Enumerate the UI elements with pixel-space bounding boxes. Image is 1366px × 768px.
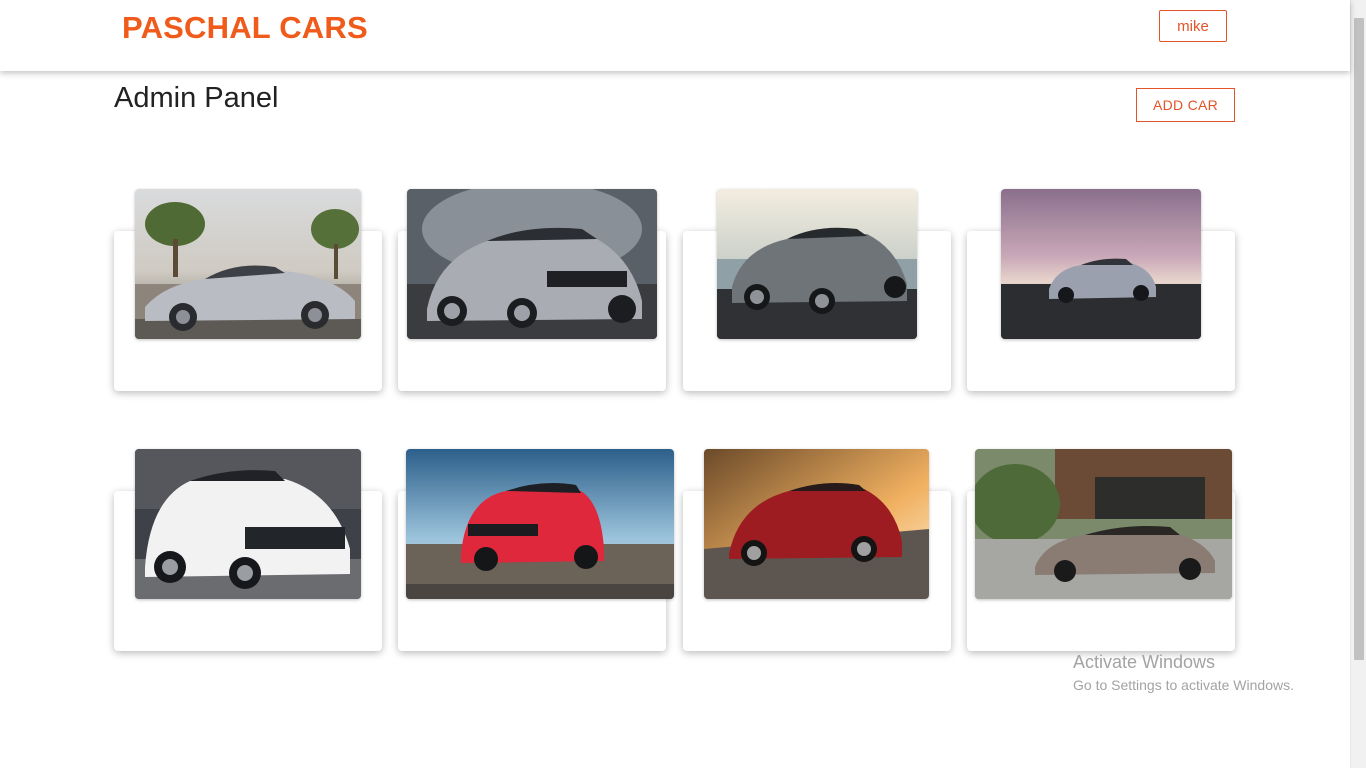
car-photo-sunset-lake — [717, 189, 917, 339]
car-image[interactable] — [717, 189, 917, 339]
windows-activation-watermark: Activate Windows Go to Settings to activ… — [1073, 652, 1294, 693]
car-photo-garage — [135, 449, 361, 599]
car-image[interactable] — [407, 189, 657, 339]
car-photo-pink-sky — [1001, 189, 1201, 339]
brand-logo[interactable]: PASCHAL CARS — [122, 10, 368, 46]
add-car-button[interactable]: ADD CAR — [1136, 88, 1235, 122]
page-title: Admin Panel — [114, 82, 279, 114]
car-image[interactable] — [975, 449, 1232, 599]
scrollbar-thumb[interactable] — [1354, 18, 1364, 660]
watermark-subtitle: Go to Settings to activate Windows. — [1073, 677, 1294, 693]
car-image[interactable] — [1001, 189, 1201, 339]
car-photo-modern-house — [975, 449, 1232, 599]
car-photo-blue-sky — [406, 449, 674, 599]
car-image[interactable] — [135, 189, 361, 339]
car-photo-desert — [135, 189, 361, 339]
top-navbar: PASCHAL CARS mike — [0, 0, 1350, 71]
car-image[interactable] — [406, 449, 674, 599]
watermark-title: Activate Windows — [1073, 652, 1216, 672]
page: PASCHAL CARS mike Admin Panel ADD CAR Ac… — [0, 0, 1366, 768]
car-photo-sunset-road — [704, 449, 929, 599]
user-menu-button[interactable]: mike — [1159, 10, 1227, 42]
car-image[interactable] — [704, 449, 929, 599]
car-image[interactable] — [135, 449, 361, 599]
vertical-scrollbar[interactable] — [1350, 0, 1366, 768]
car-photo-night-plaza — [407, 189, 657, 339]
